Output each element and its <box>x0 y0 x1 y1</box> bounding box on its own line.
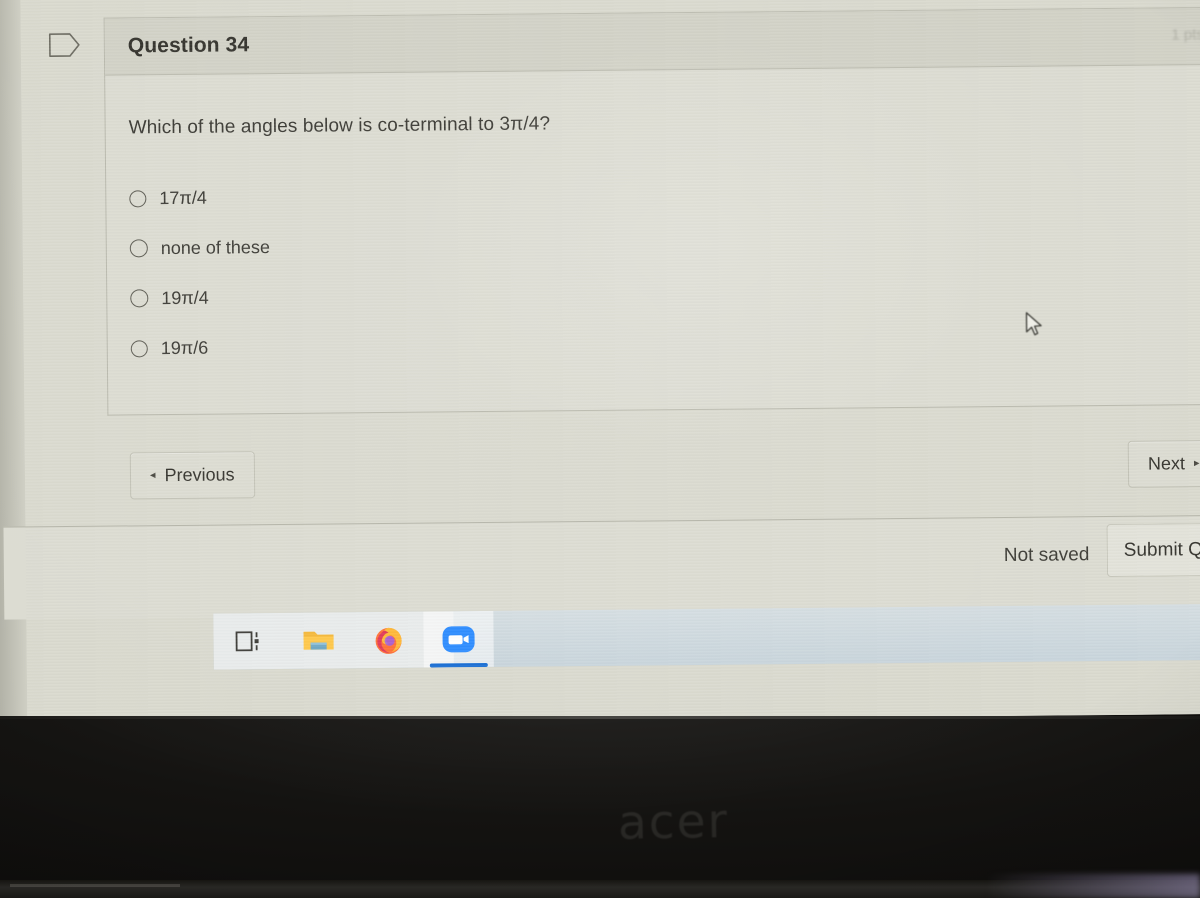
laptop-display: Question 34 Question 34 1 pts Which of t… <box>0 0 1200 726</box>
question-prompt: Which of the angles below is co-terminal… <box>128 113 551 139</box>
brand-logo: acer <box>617 794 730 851</box>
answer-list: 17π/4 none of these 19π/4 19π/6 <box>129 163 1200 374</box>
answer-label: 19π/4 <box>161 287 209 308</box>
answer-option[interactable]: 19π/6 <box>130 313 1200 374</box>
save-status: Not saved <box>1003 544 1090 567</box>
laptop-bezel <box>0 716 1200 898</box>
firefox-icon <box>375 627 402 654</box>
taskbar-item-zoom[interactable] <box>423 610 494 668</box>
bezel-highlight <box>0 716 1200 719</box>
task-view-icon <box>235 631 259 652</box>
taskbar-icon-group <box>213 610 494 670</box>
question-body: Which of the angles below is co-terminal… <box>106 107 1200 374</box>
quiz-navigation: ◂ Previous Next ▸ <box>108 438 1200 509</box>
quiz-footer: Not saved Submit Q <box>3 514 1200 620</box>
previous-button[interactable]: ◂ Previous <box>129 451 255 500</box>
quiz-page: Question 34 Question 34 1 pts Which of t… <box>3 0 1200 726</box>
taskbar-item-file-explorer[interactable] <box>283 612 354 669</box>
question-header: Question 34 1 pts <box>104 7 1200 76</box>
ambient-light-reflection <box>985 874 1200 898</box>
radio-button-icon[interactable] <box>129 239 148 258</box>
taskbar-item-task-view[interactable] <box>213 613 284 670</box>
laptop-screen-photo: Question 34 Question 34 1 pts Which of t… <box>0 0 1200 898</box>
flag-outline-icon[interactable] <box>48 30 82 60</box>
question-card: Question 34 1 pts Which of the angles be… <box>103 6 1200 416</box>
taskbar-item-firefox[interactable] <box>353 612 424 669</box>
radio-button-icon[interactable] <box>130 339 148 357</box>
answer-label: 17π/4 <box>159 187 207 208</box>
chevron-right-icon: ▸ <box>1193 457 1200 470</box>
zoom-icon <box>442 626 475 653</box>
taskbar-active-indicator <box>429 662 488 668</box>
radio-button-icon[interactable] <box>129 189 147 207</box>
hinge-highlight <box>10 884 180 887</box>
next-button[interactable]: Next ▸ <box>1127 440 1200 488</box>
chevron-left-icon: ◂ <box>149 469 156 482</box>
radio-button-icon[interactable] <box>130 289 149 308</box>
question-title: Question 34 <box>127 33 250 58</box>
submit-quiz-button[interactable]: Submit Q <box>1106 522 1200 578</box>
next-button-label: Next <box>1147 453 1186 474</box>
submit-quiz-label: Submit Q <box>1123 538 1200 561</box>
file-explorer-icon <box>303 631 334 650</box>
windows-taskbar <box>213 603 1200 670</box>
previous-button-label: Previous <box>164 464 235 486</box>
answer-label: 19π/6 <box>160 337 209 358</box>
question-points: 1 pts <box>1171 26 1200 44</box>
answer-label: none of these <box>160 236 270 258</box>
